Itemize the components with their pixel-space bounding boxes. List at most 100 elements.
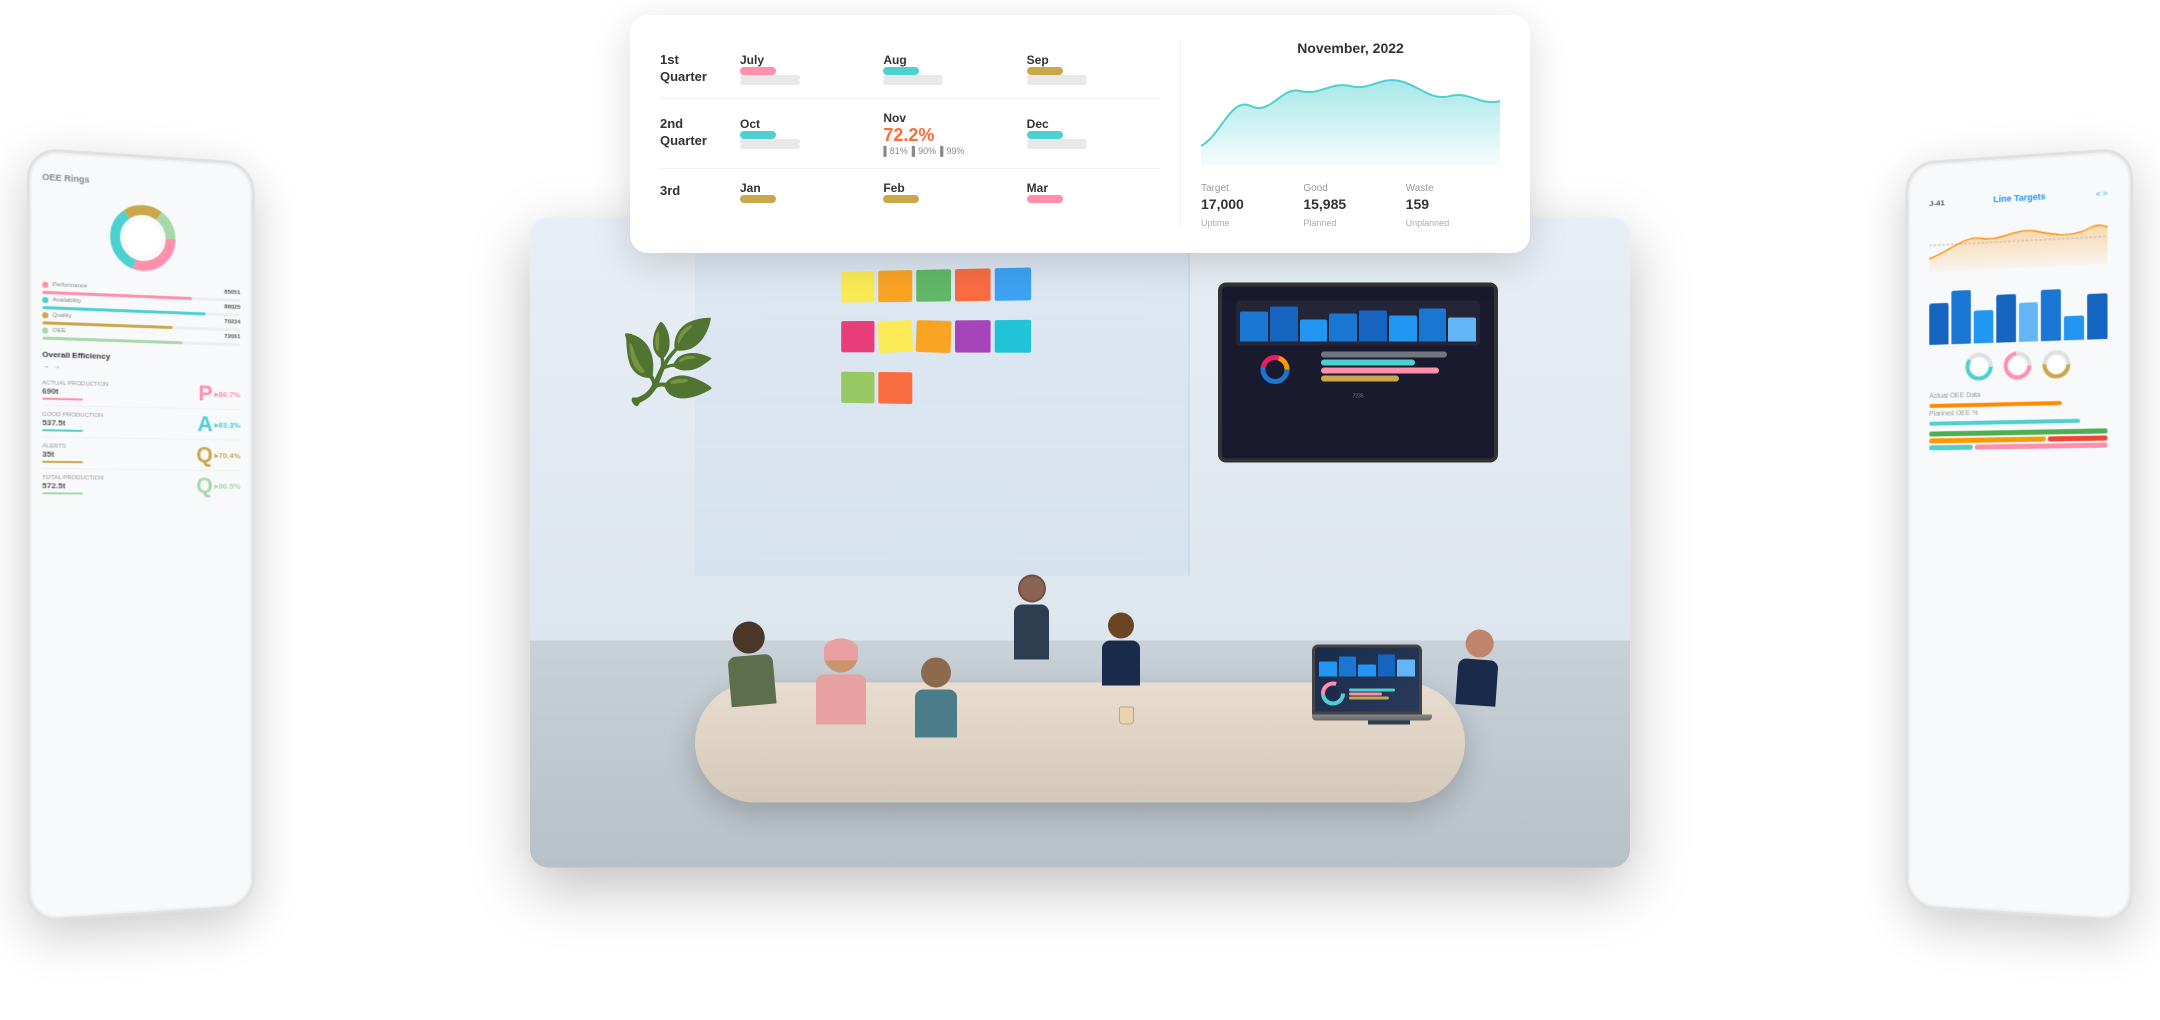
- laptop-mini-bars: [1319, 652, 1415, 677]
- bar-8: [2087, 293, 2107, 339]
- status-bar-teal: [1929, 445, 1972, 451]
- month-july: July: [740, 53, 873, 85]
- right-tablet-title: Line Targets: [1993, 191, 2045, 204]
- sticky-note: [841, 321, 874, 352]
- presenter-figure: [1014, 575, 1049, 660]
- month-oct-name: Oct: [740, 117, 800, 131]
- month-aug: Aug: [883, 53, 1016, 85]
- stat-waste: Waste 159 Unplanned: [1406, 183, 1500, 228]
- laptop-screen: [1312, 645, 1422, 715]
- quarter-row-1: 1stQuarter July Aug: [660, 40, 1160, 99]
- nav-arrow-left[interactable]: <: [2096, 188, 2101, 197]
- right-tablet-content: J-41 Line Targets < >: [1920, 172, 2118, 466]
- month-jan-name: Jan: [740, 181, 776, 195]
- meeting-room-scene: 7235 🌿: [530, 218, 1630, 868]
- month-oct: Oct: [740, 117, 873, 149]
- sticky-notes-area: [841, 267, 1040, 421]
- laptop-donut: [1319, 680, 1347, 708]
- bar-5: [2018, 302, 2038, 342]
- left-tablet-frame: OEE Rings Performance 85051: [27, 147, 255, 923]
- month-dec: Dec: [1027, 117, 1160, 149]
- sep-bar-2: [1027, 80, 1087, 85]
- tv-screen: 7235: [1218, 283, 1498, 463]
- sticky-note: [955, 320, 991, 352]
- sticky-note: [916, 320, 952, 353]
- aug-badge: [883, 67, 919, 75]
- chart-section: November, 2022 Target 17,000 Uptim: [1180, 40, 1500, 228]
- right-tablet-id: J-41: [1929, 198, 1944, 208]
- coffee-cup: [1119, 707, 1134, 725]
- oee-bar-actual: [1929, 401, 2062, 408]
- chart-title: November, 2022: [1201, 40, 1500, 56]
- stat-target-value: 17,000: [1201, 196, 1295, 212]
- nov-sub-bars: ▌81% ▌90% ▌99%: [883, 146, 964, 156]
- month-sep: Sep: [1027, 53, 1160, 85]
- main-scene: OEE Rings Performance 85051: [0, 0, 2160, 1020]
- sticky-note: [878, 372, 912, 404]
- right-bar-chart: [1929, 278, 2107, 345]
- audience-figure-2: [816, 639, 866, 725]
- month-dec-name: Dec: [1027, 117, 1087, 131]
- mar-badge: [1027, 195, 1063, 203]
- right-donuts: [1929, 345, 2107, 385]
- laptop-base: [1312, 715, 1432, 721]
- bar-6: [2041, 289, 2061, 341]
- month-feb: Feb: [883, 181, 1016, 203]
- sep-badge: [1027, 67, 1063, 75]
- month-sep-name: Sep: [1027, 53, 1087, 67]
- bar-7: [2064, 315, 2084, 340]
- month-july-name: July: [740, 53, 800, 67]
- sticky-note: [995, 267, 1031, 300]
- status-bar-orange: [1929, 437, 2045, 444]
- stat-target: Target 17,000 Uptime: [1201, 183, 1295, 228]
- july-bar-2: [740, 80, 800, 85]
- dashboard-panel: 1stQuarter July Aug: [630, 15, 1530, 253]
- stat-good: Good 15,985 Planned: [1303, 183, 1397, 228]
- month-jan: Jan: [740, 181, 873, 203]
- right-area-chart: [1929, 206, 2107, 275]
- stat-good-sub: Planned: [1303, 218, 1397, 228]
- stat-waste-sub: Unplanned: [1406, 218, 1500, 228]
- nov-percent-value: 72.2%: [883, 125, 934, 146]
- quarter-3-label: 3rd: [660, 183, 730, 200]
- right-tablet-header: J-41 Line Targets < >: [1929, 188, 2107, 209]
- audience-figure-6: [1455, 628, 1500, 707]
- month-aug-name: Aug: [883, 53, 943, 67]
- jan-badge: [740, 195, 776, 203]
- stat-target-label: Target: [1201, 183, 1295, 194]
- audience-figure-1: [724, 619, 776, 707]
- donut-chart-container: [42, 192, 240, 282]
- month-mar-name: Mar: [1027, 181, 1063, 195]
- right-status-bars: Actual OEE Data Planned OEE %: [1929, 389, 2107, 451]
- quarter-row-3: 3rd Jan Feb: [660, 169, 1160, 215]
- month-mar: Mar: [1027, 181, 1160, 203]
- actual-oee-label: Actual OEE Data: [1929, 389, 2107, 400]
- chart-stats-grid: Target 17,000 Uptime Good 15,985 Planned…: [1201, 183, 1500, 228]
- dec-bar-2: [1027, 144, 1087, 149]
- right-donut-2: [2000, 347, 2035, 383]
- nav-arrow-right[interactable]: >: [2103, 188, 2108, 197]
- right-donut-3: [2038, 346, 2073, 382]
- stat-good-label: Good: [1303, 183, 1397, 194]
- sticky-note: [841, 271, 874, 303]
- oct-bar-2: [740, 144, 800, 149]
- donut-chart: [103, 196, 182, 280]
- status-bar-pink: [1974, 443, 2107, 450]
- status-row-3: [1929, 443, 2107, 451]
- quarter-2-label: 2ndQuarter: [660, 116, 730, 150]
- nav-arrows: < >: [2096, 188, 2108, 198]
- stat-target-sub: Uptime: [1201, 218, 1295, 228]
- right-tablet: J-41 Line Targets < >: [1905, 147, 2133, 923]
- quarters-section: 1stQuarter July Aug: [660, 40, 1160, 228]
- right-donut-1: [1962, 349, 1996, 385]
- month-nov: Nov 72.2% ▌81% ▌90% ▌99%: [883, 111, 1016, 156]
- oct-badge: [740, 131, 776, 139]
- tv-content: 7235: [1222, 287, 1494, 459]
- aug-bar-2: [883, 80, 943, 85]
- efficiency-section-title: Overall Efficiency: [42, 350, 240, 365]
- audience-figure-4: [1102, 613, 1140, 686]
- bar-4: [1996, 294, 2016, 343]
- nov-highlight: 72.2% ▌81% ▌90% ▌99%: [883, 125, 964, 156]
- bar-1: [1929, 303, 1948, 345]
- sticky-note: [955, 268, 991, 301]
